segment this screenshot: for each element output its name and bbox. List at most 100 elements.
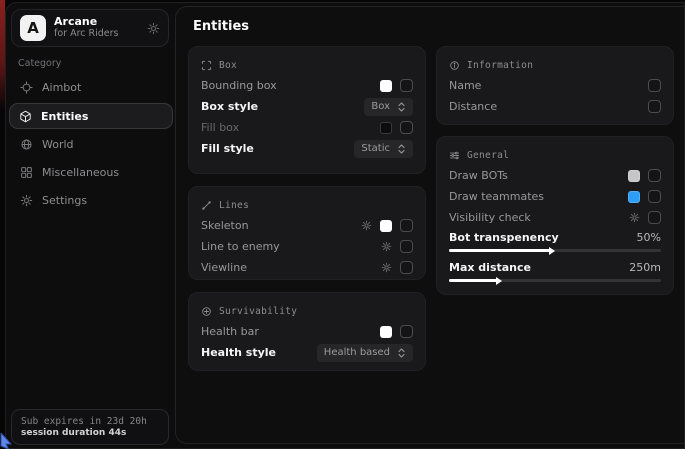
sidebar-item-entities[interactable]: Entities bbox=[9, 103, 173, 129]
checkbox[interactable] bbox=[400, 325, 413, 338]
sub-expiry-text: Sub expires in 23d 20h bbox=[21, 416, 159, 427]
setting-label: Skeleton bbox=[201, 219, 249, 232]
sidebar-item-aimbot[interactable]: Aimbot bbox=[11, 75, 169, 99]
diagonal-line-icon bbox=[201, 200, 212, 211]
checkbox[interactable] bbox=[648, 169, 661, 182]
checkbox[interactable] bbox=[400, 121, 413, 134]
row-gear-icon[interactable] bbox=[381, 262, 392, 273]
brand-gear-icon[interactable] bbox=[147, 22, 160, 35]
panel-title: Survivability bbox=[219, 306, 297, 317]
max-distance-slider[interactable] bbox=[449, 279, 661, 282]
row-gear-icon[interactable] bbox=[361, 220, 372, 231]
color-swatch[interactable] bbox=[628, 170, 640, 182]
setting-label: Bounding box bbox=[201, 79, 277, 92]
setting-row-bounding-box: Bounding box bbox=[201, 75, 413, 96]
setting-label: Max distance bbox=[449, 261, 531, 274]
sidebar-item-label: Aimbot bbox=[42, 81, 81, 94]
setting-label: Health bar bbox=[201, 325, 259, 338]
mouse-cursor bbox=[0, 433, 14, 449]
sidebar-item-settings[interactable]: Settings bbox=[11, 188, 169, 212]
entities-cube-icon bbox=[19, 110, 32, 123]
setting-row-line-to-enemy: Line to enemy bbox=[201, 236, 413, 257]
lines-panel: Lines Skeleton Line to enemy bbox=[188, 186, 426, 280]
setting-label: Distance bbox=[449, 100, 497, 113]
checkbox[interactable] bbox=[400, 219, 413, 232]
crosshair-icon bbox=[20, 81, 33, 94]
slider-value: 250m bbox=[629, 261, 661, 274]
setting-label: Line to enemy bbox=[201, 240, 280, 253]
page-title: Entities bbox=[193, 19, 249, 34]
dropdown-value: Static bbox=[361, 143, 390, 154]
setting-row-draw-teammates: Draw teammates bbox=[449, 186, 661, 207]
setting-row-fill-box: Fill box bbox=[201, 117, 413, 138]
setting-label: Visibility check bbox=[449, 211, 531, 224]
setting-row-fill-style: Fill style Static bbox=[201, 138, 413, 159]
info-icon bbox=[449, 60, 460, 71]
bot-transparency-slider[interactable] bbox=[449, 249, 661, 252]
setting-label: Viewline bbox=[201, 261, 247, 274]
bot-transparency-setting: Bot transpenency 50% bbox=[449, 229, 661, 252]
checkbox[interactable] bbox=[400, 79, 413, 92]
dropdown-value: Box bbox=[371, 101, 390, 112]
sidebar-item-miscellaneous[interactable]: Miscellaneous bbox=[11, 160, 169, 184]
setting-row-name: Name bbox=[449, 75, 661, 96]
color-swatch[interactable] bbox=[380, 80, 392, 92]
survivability-panel: Survivability Health bar Health style He… bbox=[188, 292, 426, 371]
setting-row-health-style: Health style Health based bbox=[201, 342, 413, 363]
checkbox[interactable] bbox=[648, 190, 661, 203]
setting-label: Draw teammates bbox=[449, 190, 544, 203]
checkbox[interactable] bbox=[400, 240, 413, 253]
health-style-dropdown[interactable]: Health based bbox=[317, 344, 413, 362]
app-subtitle: for Arc Riders bbox=[54, 29, 139, 40]
grid-icon bbox=[20, 166, 33, 179]
sidebar-item-world[interactable]: World bbox=[11, 132, 169, 156]
setting-row-viewline: Viewline bbox=[201, 257, 413, 278]
app-title: Arcane bbox=[54, 16, 139, 29]
color-swatch[interactable] bbox=[628, 191, 640, 203]
gear-icon bbox=[20, 194, 33, 207]
row-gear-icon[interactable] bbox=[629, 212, 640, 223]
app-logo: A bbox=[20, 15, 46, 41]
checkbox[interactable] bbox=[648, 100, 661, 113]
setting-label: Bot transpenency bbox=[449, 231, 559, 244]
checkbox[interactable] bbox=[400, 261, 413, 274]
checkbox[interactable] bbox=[648, 211, 661, 224]
sidebar-item-label: Entities bbox=[41, 110, 88, 123]
color-swatch[interactable] bbox=[380, 220, 392, 232]
panel-title: Lines bbox=[219, 200, 249, 211]
sidebar-item-label: Miscellaneous bbox=[42, 166, 119, 179]
sliders-icon bbox=[449, 150, 460, 161]
brand-card: A Arcane for Arc Riders bbox=[11, 9, 169, 47]
setting-row-box-style: Box style Box bbox=[201, 96, 413, 117]
panel-title: Box bbox=[219, 60, 237, 71]
panel-title: Information bbox=[467, 60, 533, 71]
setting-row-skeleton: Skeleton bbox=[201, 215, 413, 236]
sidebar-item-label: World bbox=[42, 138, 74, 151]
row-gear-icon[interactable] bbox=[381, 241, 392, 252]
session-duration-text: session duration 44s bbox=[21, 428, 159, 438]
setting-label: Fill style bbox=[201, 142, 254, 155]
dropdown-value: Health based bbox=[324, 347, 390, 358]
sidebar-item-label: Settings bbox=[42, 194, 87, 207]
subscription-card: Sub expires in 23d 20h session duration … bbox=[11, 409, 169, 445]
setting-row-distance: Distance bbox=[449, 96, 661, 117]
category-label: Category bbox=[18, 58, 61, 69]
slider-thumb[interactable] bbox=[496, 277, 502, 285]
box-style-dropdown[interactable]: Box bbox=[364, 98, 413, 116]
slider-thumb[interactable] bbox=[549, 247, 555, 255]
setting-row-draw-bots: Draw BOTs bbox=[449, 165, 661, 186]
setting-row-visibility-check: Visibility check bbox=[449, 207, 661, 228]
health-cross-icon bbox=[201, 306, 212, 317]
fill-style-dropdown[interactable]: Static bbox=[354, 140, 413, 158]
checkbox[interactable] bbox=[648, 79, 661, 92]
sidebar: A Arcane for Arc Riders Category Aimbot bbox=[6, 3, 175, 448]
color-swatch[interactable] bbox=[380, 326, 392, 338]
setting-label: Box style bbox=[201, 100, 258, 113]
setting-label: Health style bbox=[201, 346, 276, 359]
color-swatch[interactable] bbox=[380, 122, 392, 134]
box-corners-icon bbox=[201, 60, 212, 71]
max-distance-setting: Max distance 250m bbox=[449, 259, 661, 282]
app-window: A Arcane for Arc Riders Category Aimbot bbox=[5, 2, 685, 449]
setting-label: Name bbox=[449, 79, 481, 92]
updown-arrows-icon bbox=[397, 144, 406, 154]
